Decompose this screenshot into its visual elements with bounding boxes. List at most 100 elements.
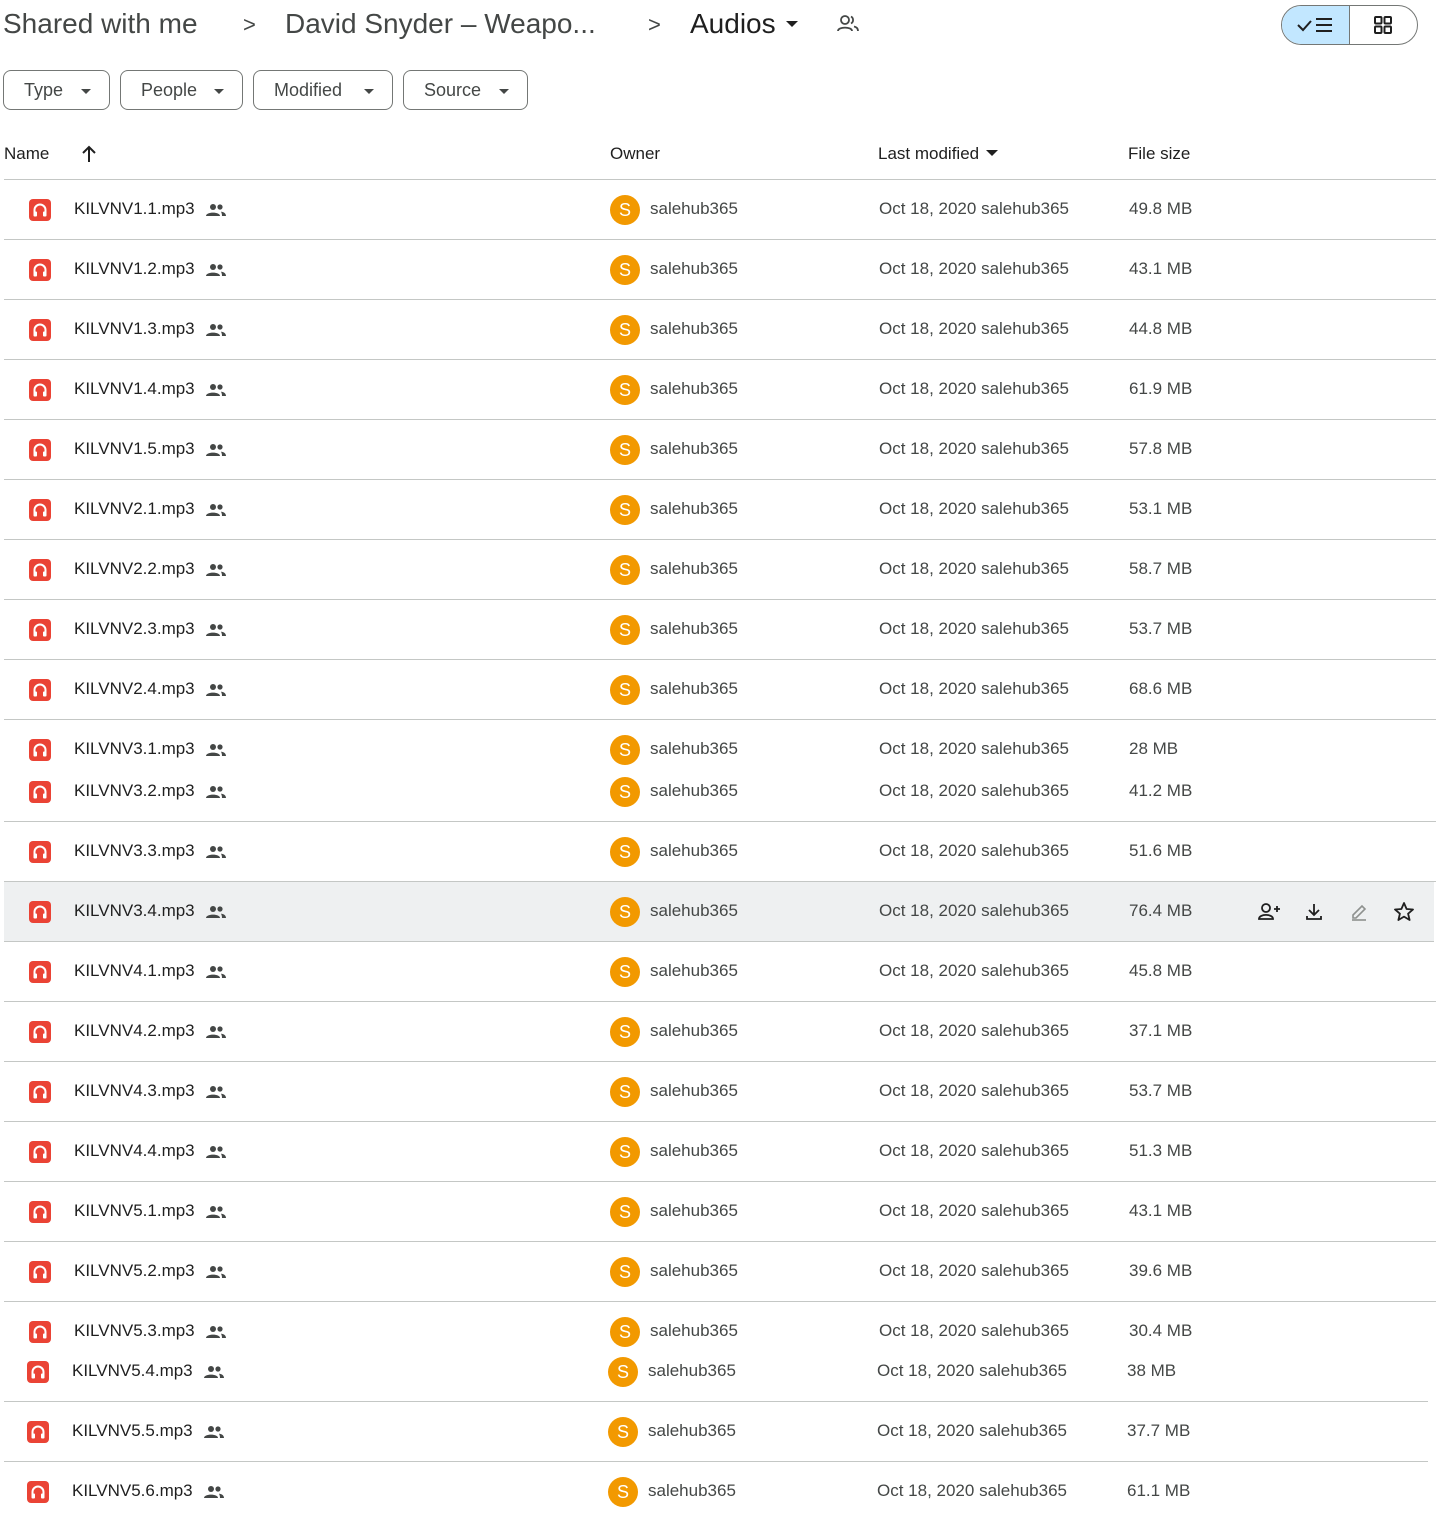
breadcrumb-parent-folder[interactable]: David Snyder – Weapo... <box>285 4 596 44</box>
last-modified: Oct 18, 2020 salehub365 <box>879 319 1069 338</box>
file-row[interactable]: KILVNV2.2.mp3 Ssalehub365 Oct 18, 2020 sal… <box>4 540 1436 600</box>
file-size: 53.7 MB <box>1129 619 1193 638</box>
breadcrumb-shared-with-me[interactable]: Shared with me <box>3 4 198 44</box>
owner-name: salehub365 <box>650 1261 738 1280</box>
file-row[interactable]: KILVNV1.2.mp3 Ssalehub365 Oct 18, 2020 sal… <box>4 240 1436 300</box>
file-row[interactable]: KILVNV2.4.mp3 Ssalehub365 Oct 18, 2020 sal… <box>4 660 1436 720</box>
arrow-up-icon[interactable] <box>80 144 98 164</box>
audio-file-icon <box>29 619 51 641</box>
last-modified: Oct 18, 2020 salehub365 <box>879 1261 1069 1280</box>
owner-name: salehub365 <box>650 961 738 980</box>
shared-icon <box>205 742 227 758</box>
file-row[interactable]: KILVNV5.2.mp3 Ssalehub365 Oct 18, 2020 sal… <box>4 1242 1436 1302</box>
file-row[interactable]: KILVNV1.3.mp3 Ssalehub365 Oct 18, 2020 sal… <box>4 300 1436 360</box>
shared-icon <box>205 1204 227 1220</box>
file-row[interactable]: KILVNV1.4.mp3 Ssalehub365 Oct 18, 2020 sal… <box>4 360 1436 420</box>
file-name: KILVNV1.1.mp3 <box>74 199 195 218</box>
column-header-owner[interactable]: Owner <box>610 140 660 168</box>
last-modified: Oct 18, 2020 salehub365 <box>879 841 1069 860</box>
owner-avatar: S <box>610 957 640 987</box>
file-row[interactable]: KILVNV4.4.mp3 Ssalehub365 Oct 18, 2020 sal… <box>4 1122 1436 1182</box>
file-row[interactable]: KILVNV2.3.mp3 Ssalehub365 Oct 18, 2020 sal… <box>4 600 1436 660</box>
file-row[interactable]: KILVNV3.3.mp3 Ssalehub365 Oct 18, 2020 sal… <box>4 822 1436 882</box>
add-person-icon[interactable] <box>1256 899 1282 925</box>
check-list-icon <box>1297 18 1333 32</box>
owner-avatar: S <box>610 615 640 645</box>
file-row[interactable]: KILVNV2.1.mp3 Ssalehub365 Oct 18, 2020 sal… <box>4 480 1436 540</box>
owner-avatar: S <box>608 1477 638 1507</box>
filter-type[interactable]: Type <box>3 70 110 110</box>
audio-file-icon <box>29 1321 51 1343</box>
shared-icon <box>205 382 227 398</box>
breadcrumb-current-folder[interactable]: Audios <box>690 4 798 44</box>
file-row[interactable]: KILVNV3.4.mp3 Ssalehub365 Oct 18, 2020 sal… <box>4 882 1434 942</box>
file-row[interactable]: KILVNV5.4.mp3 Ssalehub365 Oct 18, 2020 sal… <box>4 1352 1436 1402</box>
file-name: KILVNV5.4.mp3 <box>72 1361 193 1380</box>
last-modified: Oct 18, 2020 salehub365 <box>879 619 1069 638</box>
owner-name: salehub365 <box>650 259 738 278</box>
audio-file-icon <box>29 841 51 863</box>
file-row[interactable]: KILVNV1.1.mp3 Ssalehub365 Oct 18, 2020 sal… <box>4 180 1436 240</box>
audio-file-icon <box>29 781 51 803</box>
owner-name: salehub365 <box>650 1321 738 1340</box>
filter-modified[interactable]: Modified <box>253 70 393 110</box>
owner-name: salehub365 <box>648 1481 736 1500</box>
file-row[interactable]: KILVNV4.1.mp3 Ssalehub365 Oct 18, 2020 sal… <box>4 942 1436 1002</box>
file-row[interactable]: KILVNV5.5.mp3 Ssalehub365 Oct 18, 2020 sal… <box>4 1402 1436 1462</box>
file-name: KILVNV3.3.mp3 <box>74 841 195 860</box>
owner-name: salehub365 <box>650 439 738 458</box>
file-size: 51.3 MB <box>1129 1141 1193 1160</box>
file-size: 38 MB <box>1127 1361 1177 1380</box>
grid-view-button[interactable] <box>1350 6 1418 44</box>
caret-down-icon <box>499 89 509 94</box>
shared-icon <box>205 682 227 698</box>
last-modified: Oct 18, 2020 salehub365 <box>879 1201 1069 1220</box>
audio-file-icon <box>29 1021 51 1043</box>
download-icon[interactable] <box>1301 899 1327 925</box>
file-size: 43.1 MB <box>1129 1201 1193 1220</box>
last-modified: Oct 18, 2020 salehub365 <box>879 961 1069 980</box>
column-header-name[interactable]: Name <box>4 140 49 168</box>
column-header-file-size[interactable]: File size <box>1128 140 1190 168</box>
file-name: KILVNV4.1.mp3 <box>74 961 195 980</box>
shared-icon <box>205 1024 227 1040</box>
last-modified-label: Last modified <box>878 144 980 163</box>
file-size: 28 MB <box>1129 739 1179 758</box>
column-header-last-modified[interactable]: Last modified <box>878 140 999 168</box>
filter-source[interactable]: Source <box>403 70 528 110</box>
owner-avatar: S <box>610 777 640 807</box>
file-name: KILVNV5.3.mp3 <box>74 1321 195 1340</box>
file-row[interactable]: KILVNV5.3.mp3 Ssalehub365 Oct 18, 2020 sal… <box>4 1302 1436 1352</box>
last-modified: Oct 18, 2020 salehub365 <box>879 1141 1069 1160</box>
file-size: 37.7 MB <box>1127 1421 1191 1440</box>
rename-icon[interactable] <box>1346 899 1372 925</box>
last-modified: Oct 18, 2020 salehub365 <box>879 901 1069 920</box>
shared-icon <box>205 442 227 458</box>
file-row[interactable]: KILVNV3.2.mp3 Ssalehub365 Oct 18, 2020 sal… <box>4 770 1436 822</box>
file-row[interactable]: KILVNV4.2.mp3 Ssalehub365 Oct 18, 2020 sal… <box>4 1002 1436 1062</box>
file-size: 57.8 MB <box>1129 439 1193 458</box>
owner-name: salehub365 <box>650 619 738 638</box>
file-row[interactable]: KILVNV3.1.mp3 Ssalehub365 Oct 18, 2020 sal… <box>4 720 1436 770</box>
owner-avatar: S <box>608 1357 638 1387</box>
file-row[interactable]: KILVNV5.6.mp3 Ssalehub365 Oct 18, 2020 sal… <box>4 1462 1436 1523</box>
shared-icon <box>205 784 227 800</box>
file-row[interactable]: KILVNV4.3.mp3 Ssalehub365 Oct 18, 2020 sal… <box>4 1062 1436 1122</box>
caret-down-icon <box>364 89 374 94</box>
owner-avatar: S <box>610 495 640 525</box>
file-name: KILVNV3.1.mp3 <box>74 739 195 758</box>
owner-avatar: S <box>610 255 640 285</box>
list-view-button[interactable] <box>1282 6 1350 44</box>
star-icon[interactable] <box>1391 899 1417 925</box>
owner-avatar: S <box>610 1317 640 1347</box>
owner-avatar: S <box>610 1257 640 1287</box>
shared-icon <box>203 1364 225 1380</box>
audio-file-icon <box>29 199 51 221</box>
owner-name: salehub365 <box>650 379 738 398</box>
file-row[interactable]: KILVNV1.5.mp3 Ssalehub365 Oct 18, 2020 sal… <box>4 420 1436 480</box>
filter-people[interactable]: People <box>120 70 243 110</box>
file-name: KILVNV5.5.mp3 <box>72 1421 193 1440</box>
file-size: 44.8 MB <box>1129 319 1193 338</box>
file-row[interactable]: KILVNV5.1.mp3 Ssalehub365 Oct 18, 2020 sal… <box>4 1182 1436 1242</box>
audio-file-icon <box>29 259 51 281</box>
